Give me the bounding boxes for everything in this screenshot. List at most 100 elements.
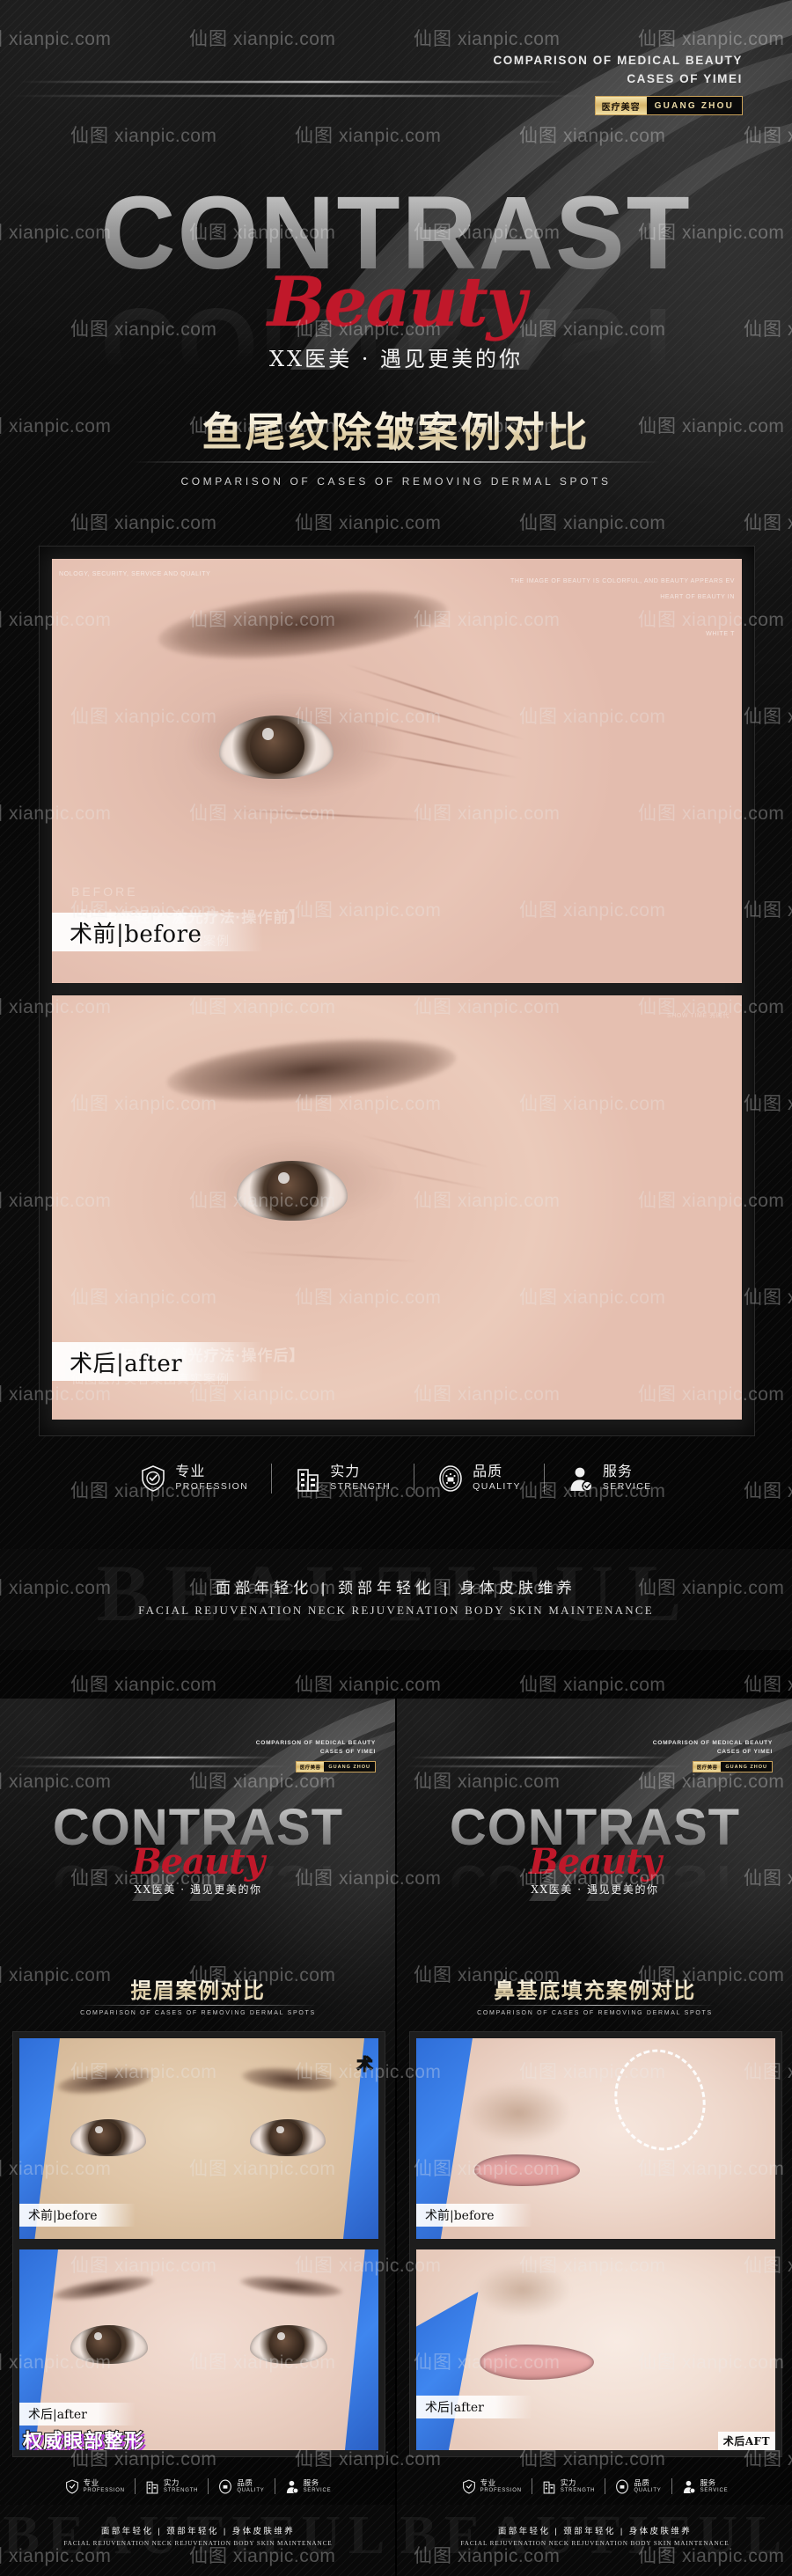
left-after-label-chip: 术后|after <box>19 2403 136 2426</box>
left-feature-profession[interactable]: 专业 PROFESSION <box>55 2478 135 2494</box>
right-header-line-1: COMPARISON OF MEDICAL BEAUTY <box>652 1740 773 1746</box>
left-feature-text-strength: 实力 STRENGTH <box>164 2478 198 2494</box>
brand-badge: 医疗美容 GUANG ZHOU <box>594 96 743 115</box>
feature-cn-profession: 专业 <box>175 1464 206 1479</box>
left-brand-badge-cn: 医疗美容 <box>296 1762 325 1772</box>
strip-cn-services: 面部年轻化 | 颈部年轻化 | 身体皮肤维养 <box>216 1580 576 1596</box>
right-feature-en-service: SERVICE <box>700 2488 729 2493</box>
right-feature-text-profession: 专业 PROFESSION <box>480 2478 522 2494</box>
shield-check-icon <box>142 1465 165 1492</box>
left-header-line-2: CASES OF YIMEI <box>319 1749 376 1755</box>
feature-cn-service: 服务 <box>602 1464 633 1479</box>
right-after-label-text: 术后|after <box>425 2401 484 2415</box>
left-feature-text-service: 服务 SERVICE <box>304 2478 332 2494</box>
left-feature-en-quality: QUALITY <box>237 2488 265 2493</box>
shield-check-icon <box>65 2478 78 2493</box>
seal-icon <box>439 1465 462 1492</box>
feature-item-profession[interactable]: 专业 PROFESSION <box>117 1464 271 1493</box>
seal-icon <box>219 2479 232 2493</box>
case-photo-before: NOLOGY, SECURITY, SERVICE AND QUALITY TH… <box>52 559 742 983</box>
left-strip-en-services: FACIAL REJUVENATION NECK REJUVENATION BO… <box>63 2540 333 2547</box>
left-after-iris-l <box>86 2327 121 2362</box>
right-after-corner-tag: 术后AFT <box>717 2432 775 2450</box>
left-contrast-block: CONTRAST CONTRAST Beauty XX医美 · 遇见更美的你 <box>0 1802 395 1912</box>
right-beauty-script: Beauty <box>529 1841 662 1882</box>
right-after-nose-shadow <box>474 2264 571 2316</box>
right-header-line-2: CASES OF YIMEI <box>716 1749 773 1755</box>
right-light-streak-1 <box>409 1757 673 1758</box>
left-case-frame: 术 术前|before 术后|after 权威眼部整形 <box>12 2031 385 2457</box>
strip-en-services: FACIAL REJUVENATION NECK REJUVENATION BO… <box>138 1604 654 1617</box>
photo-micro-corner: WHITE T <box>706 631 735 637</box>
before-label-text: 术前|before <box>70 921 202 948</box>
feature-item-service[interactable]: 服务 SERVICE <box>545 1464 675 1493</box>
left-panel-header: COMPARISON OF MEDICAL BEAUTY CASES OF YI… <box>256 1739 376 1773</box>
before-label-chip: 术前|before <box>52 913 263 951</box>
right-brand-badge: 医疗美容 GUANG ZHOU <box>692 1761 773 1772</box>
hero-title-rule <box>132 461 660 463</box>
right-photo-before: 术前|before <box>416 2038 775 2239</box>
hero-section: COMPARISON OF MEDICAL BEAUTY CASES OF YI… <box>0 0 792 1699</box>
right-brand-badge-cn: 医疗美容 <box>693 1762 722 1772</box>
left-header-line-1: COMPARISON OF MEDICAL BEAUTY <box>255 1740 376 1746</box>
right-feature-profession[interactable]: 专业 PROFESSION <box>452 2478 532 2494</box>
brand-badge-cn: 医疗美容 <box>595 97 647 114</box>
left-feature-en-profession: PROFESSION <box>83 2488 125 2493</box>
left-feature-service[interactable]: 服务 SERVICE <box>275 2478 341 2494</box>
left-light-streak-1 <box>12 1757 276 1758</box>
hero-beauty-script: Beauty <box>267 262 526 342</box>
left-brand-badge-en: GUANG ZHOU <box>324 1762 375 1772</box>
brand-badge-en: GUANG ZHOU <box>646 97 742 114</box>
photo-micro-right-2: HEART OF BEAUTY IN <box>660 594 735 600</box>
right-feature-strength[interactable]: 实力 STRENGTH <box>532 2478 605 2494</box>
right-after-label-chip: 术后|after <box>416 2396 532 2418</box>
left-before-label-text: 术前|before <box>28 2209 98 2223</box>
after-label-chip: 术后|after <box>52 1342 263 1381</box>
right-photo-after: 术后|after 术后AFT <box>416 2249 775 2450</box>
right-case-frame: 术前|before 术后|after 术后AFT <box>409 2031 782 2457</box>
left-light-streak-2 <box>7 1765 289 1767</box>
poster-root: COMPARISON OF MEDICAL BEAUTY CASES OF YI… <box>0 0 792 2576</box>
right-feature-quality[interactable]: 品质 QUALITY <box>605 2478 671 2494</box>
user-check-icon <box>570 1467 593 1492</box>
header-line-2: CASES OF YIMEI <box>627 72 743 85</box>
user-check-icon <box>286 2480 298 2493</box>
building-icon <box>543 2481 555 2493</box>
right-cn-subtitle: COMPARISON OF CASES OF REMOVING DERMAL S… <box>477 2010 713 2016</box>
right-feature-service[interactable]: 服务 SERVICE <box>672 2478 738 2494</box>
hero-light-streak-1 <box>18 81 563 83</box>
feature-en-strength: STRENGTH <box>330 1481 392 1492</box>
left-cn-title: 提眉案例对比 <box>0 1973 395 2004</box>
left-feature-en-service: SERVICE <box>303 2488 332 2493</box>
feature-cn-strength: 实力 <box>330 1464 361 1479</box>
panel-nasal-base-filler: COMPARISON OF MEDICAL BEAUTY CASES OF YI… <box>395 1699 792 2576</box>
right-strip-cn-services: 面部年轻化 | 颈部年轻化 | 身体皮肤维养 <box>497 2527 693 2536</box>
feature-item-quality[interactable]: 品质 QUALITY <box>414 1464 544 1493</box>
left-feature-row: 专业 PROFESSION 实力 STRENGTH 品质 QUALITY 服务 … <box>0 2471 395 2501</box>
right-feature-cn-service: 服务 <box>700 2478 716 2487</box>
left-photo-after: 术后|after 权威眼部整形 <box>19 2249 378 2450</box>
before-iris <box>250 719 304 774</box>
hero-bottom-strip: BEAUTIFUL 面部年轻化 | 颈部年轻化 | 身体皮肤维养 FACIAL … <box>0 1549 792 1650</box>
right-brand-badge-en: GUANG ZHOU <box>721 1762 772 1772</box>
building-icon <box>297 1469 319 1492</box>
feature-row: 专业 PROFESSION 实力 STRENGTH 品质 QUALITY 服务 … <box>0 1450 792 1507</box>
hero-slogan: XX医美 · 遇见更美的你 <box>268 347 524 371</box>
dual-panel-section: COMPARISON OF MEDICAL BEAUTY CASES OF YI… <box>0 1699 792 2576</box>
after-photo-micro: SHOW TIME 秀时代 <box>666 1013 730 1019</box>
right-cn-title: 鼻基底填充案例对比 <box>397 1973 792 2004</box>
left-feature-quality[interactable]: 品质 QUALITY <box>209 2478 274 2494</box>
hero-cn-subtitle: COMPARISON OF CASES OF REMOVING DERMAL S… <box>180 475 612 488</box>
left-feature-strength[interactable]: 实力 STRENGTH <box>136 2478 208 2494</box>
left-before-iris-r <box>269 2121 303 2154</box>
left-cn-subtitle: COMPARISON OF CASES OF REMOVING DERMAL S… <box>80 2010 316 2016</box>
user-check-icon <box>683 2480 695 2493</box>
right-strip-en-services: FACIAL REJUVENATION NECK REJUVENATION BO… <box>460 2540 730 2547</box>
left-feature-cn-profession: 专业 <box>83 2478 99 2487</box>
right-feature-text-service: 服务 SERVICE <box>700 2478 729 2494</box>
case-photo-after: SHOW TIME 秀时代 【光电年轻化·激光疗法·操作后】 仙图医疗美容集团真… <box>52 995 742 1420</box>
left-feature-text-quality: 品质 QUALITY <box>237 2478 264 2494</box>
feature-item-strength[interactable]: 实力 STRENGTH <box>272 1464 414 1493</box>
panel-brow-lift: COMPARISON OF MEDICAL BEAUTY CASES OF YI… <box>0 1699 395 2576</box>
left-feature-cn-service: 服务 <box>303 2478 319 2487</box>
